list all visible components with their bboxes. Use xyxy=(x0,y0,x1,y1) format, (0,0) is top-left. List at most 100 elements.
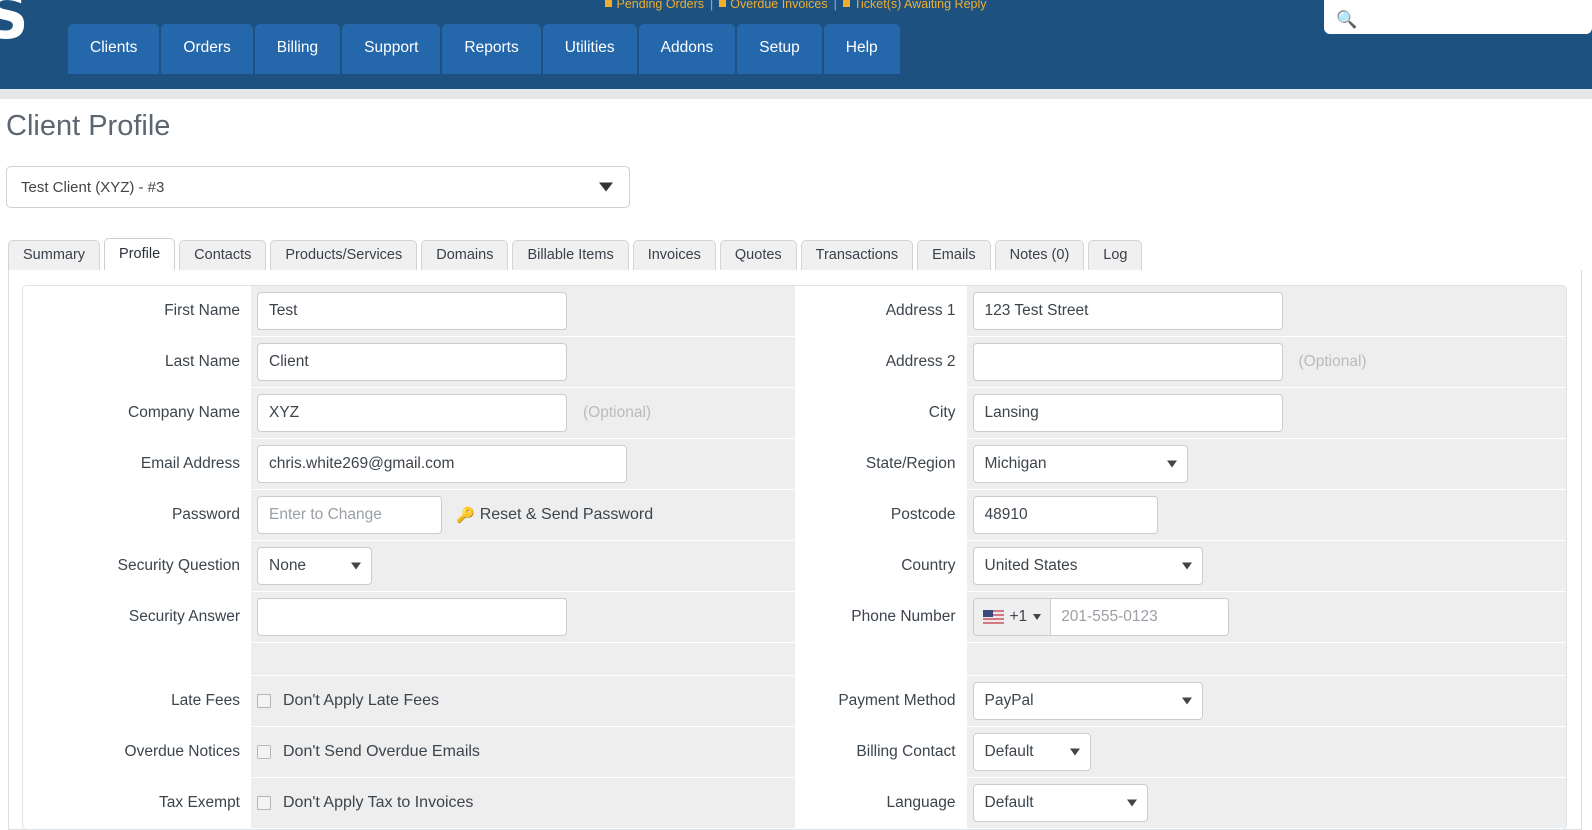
address-2-input[interactable] xyxy=(972,343,1283,381)
page-top-strip xyxy=(0,89,1592,99)
top-navigation-bar: Pending Orders | Overdue Invoices | Ticket(s… xyxy=(0,0,1592,74)
chevron-down-icon xyxy=(599,182,613,192)
reset-send-password-link[interactable]: 🔑 Reset & Send Password xyxy=(456,506,653,524)
nav-item-billing[interactable]: Billing xyxy=(254,24,341,74)
postcode-input[interactable] xyxy=(972,496,1158,534)
nav-item-orders[interactable]: Orders xyxy=(161,24,253,74)
overdue-notices-checkbox-label: Don't Send Overdue Emails xyxy=(283,743,480,760)
nav-item-setup[interactable]: Setup xyxy=(737,24,822,74)
tax-exempt-checkbox-label: Don't Apply Tax to Invoices xyxy=(283,794,474,811)
company-name-input[interactable] xyxy=(257,394,567,432)
nav-item-help[interactable]: Help xyxy=(823,24,900,74)
field-row-state-region: State/Region Michigan xyxy=(794,439,1566,489)
billing-contact-select[interactable]: Default xyxy=(972,733,1091,771)
security-question-select[interactable]: None xyxy=(257,547,372,585)
late-fees-checkbox[interactable] xyxy=(257,694,271,708)
country-value: United States xyxy=(984,557,1078,574)
label-city: City xyxy=(794,388,967,438)
payment-method-select[interactable]: PayPal xyxy=(972,682,1203,720)
tab-products-services[interactable]: Products/Services xyxy=(270,240,418,271)
label-billing-contact: Billing Contact xyxy=(794,727,967,777)
page-title: Client Profile xyxy=(6,110,171,142)
client-tab-strip: Summary Profile Contacts Products/Services D… xyxy=(8,238,1143,271)
field-row-late-fees: Late Fees Don't Apply Late Fees xyxy=(23,676,795,726)
field-row-spacer-right xyxy=(794,634,1566,684)
nav-item-clients[interactable]: Clients xyxy=(68,24,160,74)
alert-dot-icon xyxy=(605,0,613,7)
chevron-down-icon xyxy=(1181,697,1192,705)
field-row-overdue-notices: Overdue Notices Don't Send Overdue Email… xyxy=(23,727,795,777)
field-row-billing-contact: Billing Contact Default xyxy=(794,727,1566,777)
first-name-input[interactable] xyxy=(257,292,567,330)
address-2-optional-hint: (Optional) xyxy=(1298,353,1367,370)
tab-emails[interactable]: Emails xyxy=(917,240,991,271)
alert-dot-icon xyxy=(719,0,727,7)
tab-log[interactable]: Log xyxy=(1088,240,1143,271)
nav-item-utilities[interactable]: Utilities xyxy=(542,24,637,74)
tab-contacts[interactable]: Contacts xyxy=(179,240,267,271)
address-1-input[interactable] xyxy=(972,292,1283,330)
field-row-postcode: Postcode xyxy=(794,490,1566,540)
label-email-address: Email Address xyxy=(23,439,251,489)
language-select[interactable]: Default xyxy=(972,784,1148,822)
state-region-value: Michigan xyxy=(984,455,1047,472)
field-row-tax-exempt: Tax Exempt Don't Apply Tax to Invoices xyxy=(23,778,795,828)
tab-profile[interactable]: Profile xyxy=(104,238,176,271)
phone-number-input[interactable] xyxy=(1051,599,1228,635)
field-row-password: Password 🔑 Reset & Send Password xyxy=(23,490,795,540)
alert-separator: | xyxy=(833,0,837,11)
alert-tickets-awaiting-reply[interactable]: Ticket(s) Awaiting Reply xyxy=(854,0,987,11)
country-select[interactable]: United States xyxy=(972,547,1203,585)
tab-quotes[interactable]: Quotes xyxy=(719,240,797,271)
field-row-address-1: Address 1 xyxy=(794,286,1566,336)
company-name-optional-hint: (Optional) xyxy=(583,404,652,421)
email-address-input[interactable] xyxy=(257,445,627,483)
nav-item-support[interactable]: Support xyxy=(342,24,441,74)
language-value: Default xyxy=(984,794,1034,811)
phone-number-field: +1 xyxy=(972,598,1229,636)
global-search-box[interactable]: 🔍 xyxy=(1324,0,1592,34)
label-address-2: Address 2 xyxy=(794,337,967,387)
payment-method-value: PayPal xyxy=(984,692,1034,709)
whmcs-logo[interactable]: S xyxy=(0,0,38,48)
nav-item-addons[interactable]: Addons xyxy=(638,24,736,74)
alert-overdue-invoices[interactable]: Overdue Invoices xyxy=(730,0,827,11)
nav-underline-band xyxy=(0,74,1592,89)
alert-separator: | xyxy=(710,0,714,11)
overdue-notices-checkbox[interactable] xyxy=(257,745,271,759)
tab-billable-items[interactable]: Billable Items xyxy=(512,240,629,271)
label-payment-method: Payment Method xyxy=(794,676,967,726)
tab-invoices[interactable]: Invoices xyxy=(632,240,716,271)
chevron-down-icon xyxy=(1166,460,1177,468)
label-state-region: State/Region xyxy=(794,439,967,489)
late-fees-checkbox-label: Don't Apply Late Fees xyxy=(283,692,440,709)
alert-pending-orders[interactable]: Pending Orders xyxy=(616,0,704,11)
tab-transactions[interactable]: Transactions xyxy=(800,240,914,271)
label-security-question: Security Question xyxy=(23,541,251,591)
country-dial-code-select[interactable]: +1 xyxy=(973,599,1052,635)
nav-item-reports[interactable]: Reports xyxy=(442,24,541,74)
label-overdue-notices: Overdue Notices xyxy=(23,727,251,777)
tab-notes-0-[interactable]: Notes (0) xyxy=(994,240,1085,271)
field-row-language: Language Default xyxy=(794,778,1566,828)
field-row-city: City xyxy=(794,388,1566,438)
tab-summary[interactable]: Summary xyxy=(8,240,101,271)
search-input[interactable] xyxy=(1357,8,1578,28)
chevron-down-icon xyxy=(1126,799,1137,807)
last-name-input[interactable] xyxy=(257,343,567,381)
security-answer-input[interactable] xyxy=(257,598,567,636)
field-row-email-address: Email Address xyxy=(23,439,795,489)
client-selector-value: Test Client (XYZ) - #3 xyxy=(21,178,165,196)
chevron-down-icon xyxy=(1069,748,1080,756)
search-icon: 🔍 xyxy=(1336,10,1358,29)
tab-domains[interactable]: Domains xyxy=(421,240,509,271)
label-postcode: Postcode xyxy=(794,490,967,540)
state-region-select[interactable]: Michigan xyxy=(972,445,1188,483)
main-nav-menu: Clients Orders Billing Support Reports Utilit… xyxy=(68,24,900,74)
tax-exempt-checkbox[interactable] xyxy=(257,796,271,810)
field-row-first-name: First Name xyxy=(23,286,795,336)
password-input[interactable] xyxy=(257,496,442,534)
city-input[interactable] xyxy=(972,394,1283,432)
client-selector-dropdown[interactable]: Test Client (XYZ) - #3 xyxy=(6,166,630,208)
label-last-name: Last Name xyxy=(23,337,251,387)
